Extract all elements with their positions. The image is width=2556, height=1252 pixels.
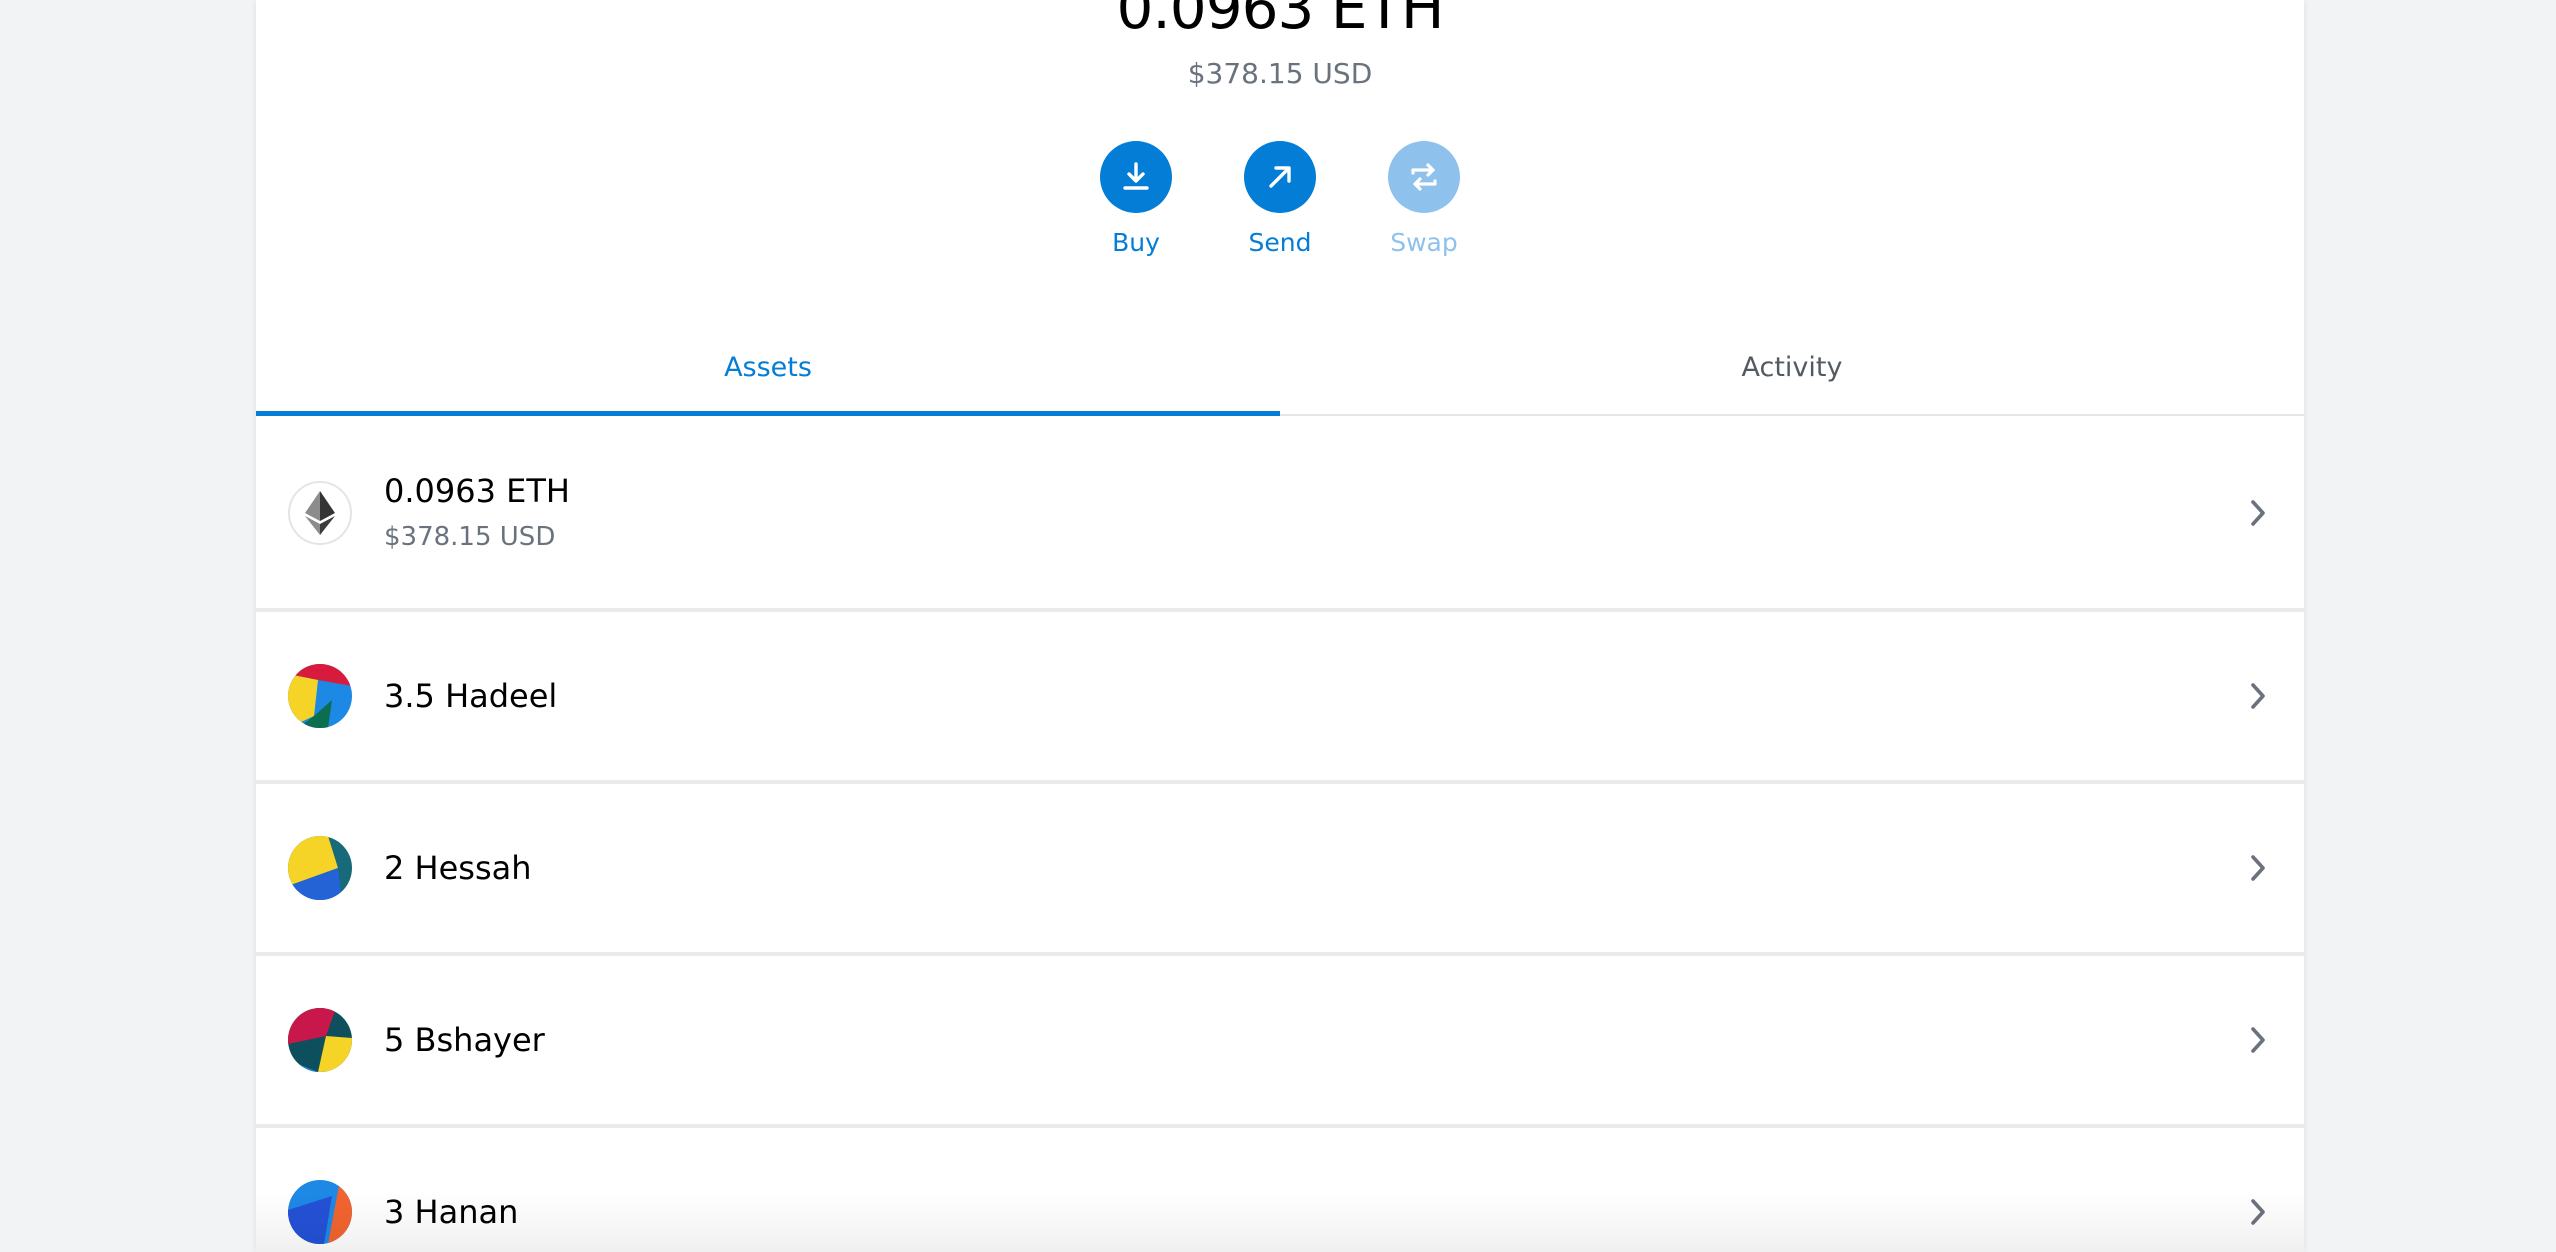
ethereum-icon [288, 481, 352, 545]
tab-activity[interactable]: Activity [1280, 320, 2304, 414]
send-label: Send [1248, 228, 1312, 257]
swap-button[interactable]: Swap [1352, 141, 1496, 259]
send-button[interactable]: Send [1208, 141, 1352, 259]
asset-amount: 3.5 Hadeel [384, 677, 558, 715]
token-identicon [288, 1180, 352, 1244]
asset-amount: 3 Hanan [384, 1193, 519, 1231]
asset-list: 0.0963 ETH $378.15 USD 3.5 Hadeel 2 Hess… [256, 418, 2304, 1252]
asset-fiat-value: $378.15 USD [384, 522, 556, 552]
buy-button[interactable]: Buy [1064, 141, 1208, 259]
tab-assets[interactable]: Assets [256, 320, 1280, 416]
tab-bar: Assets Activity [256, 320, 2304, 416]
buy-label: Buy [1112, 228, 1160, 257]
swap-label: Swap [1390, 228, 1458, 257]
asset-amount: 0.0963 ETH [384, 472, 570, 510]
asset-amount: 2 Hessah [384, 849, 532, 887]
action-buttons: Buy Send Swap [256, 141, 2304, 259]
asset-row-hessah[interactable]: 2 Hessah [256, 784, 2304, 956]
chevron-right-icon [2244, 854, 2272, 882]
asset-row-eth[interactable]: 0.0963 ETH $378.15 USD [256, 418, 2304, 612]
chevron-right-icon [2244, 1198, 2272, 1226]
asset-row-hanan[interactable]: 3 Hanan [256, 1128, 2304, 1252]
arrow-up-right-icon [1244, 141, 1316, 213]
asset-row-bshayer[interactable]: 5 Bshayer [256, 956, 2304, 1128]
chevron-right-icon [2244, 1026, 2272, 1054]
fiat-balance: $378.15 USD [1187, 57, 1373, 90]
asset-row-hadeel[interactable]: 3.5 Hadeel [256, 612, 2304, 784]
wallet-overview-card: 0.0963 ETH $378.15 USD Buy Send Swap Ass… [256, 0, 2304, 1252]
swap-icon [1388, 141, 1460, 213]
asset-amount: 5 Bshayer [384, 1021, 545, 1059]
chevron-right-icon [2244, 682, 2272, 710]
chevron-right-icon [2244, 499, 2272, 527]
token-identicon [288, 836, 352, 900]
token-identicon [288, 664, 352, 728]
eth-balance: 0.0963 ETH [1116, 0, 1444, 42]
download-icon [1100, 141, 1172, 213]
token-identicon [288, 1008, 352, 1072]
